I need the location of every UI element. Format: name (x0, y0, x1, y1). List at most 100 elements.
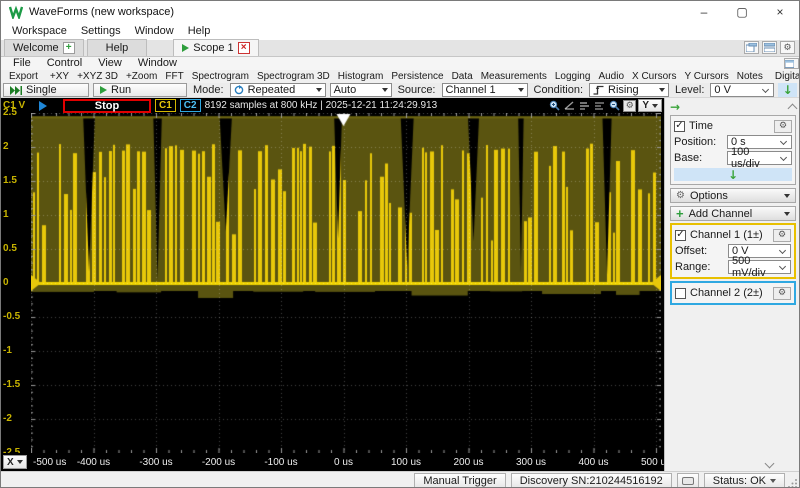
cascade-windows-icon[interactable] (744, 41, 759, 54)
manual-trigger-label: Manual Trigger (423, 475, 496, 487)
y-axis-button[interactable]: Y (638, 99, 662, 112)
tab-scope1[interactable]: Scope 1 × (173, 39, 258, 56)
scope-toolbar: Single Run Mode: Repeated Auto Source: C… (1, 83, 799, 98)
single-button[interactable]: Single (3, 83, 89, 97)
manual-trigger-button[interactable]: Manual Trigger (414, 473, 505, 488)
level-select[interactable]: 0 V (710, 83, 774, 97)
view-menu-item-data[interactable]: Data (448, 70, 477, 83)
x-axis-button[interactable]: X (3, 455, 27, 469)
view-menu-item-notes[interactable]: Notes (733, 70, 767, 83)
channel2-settings-icon[interactable]: ⚙ (773, 287, 791, 300)
x-tick-label: -200 us (202, 457, 235, 468)
y-tick-label: 2.5 (3, 107, 17, 118)
view-menu-item-spectrogram[interactable]: Spectrogram (188, 70, 253, 83)
float-window-icon[interactable] (784, 58, 799, 69)
time-checkbox[interactable]: ✓ (674, 121, 685, 132)
tab-help-label: Help (106, 42, 129, 54)
condition-select[interactable]: Rising (589, 83, 669, 97)
view-menu-item-digital[interactable]: Digital (771, 70, 800, 83)
view-menu-item-spectrogram-3d[interactable]: Spectrogram 3D (253, 70, 334, 83)
device-manager-button[interactable] (677, 473, 699, 488)
scope-menu-item-control[interactable]: Control (39, 57, 90, 70)
view-menu-item--xy[interactable]: +XY (46, 70, 73, 83)
scroll-up-icon[interactable] (788, 103, 798, 113)
channel1-badge[interactable]: C1 (155, 99, 176, 112)
time-groupbox: ✓ Time ⚙ Position: 0 s Base: 100 us/div (670, 115, 796, 185)
fit-trace-icon[interactable] (563, 100, 576, 112)
scope-menu-item-view[interactable]: View (90, 57, 130, 70)
scope-menu-item-file[interactable]: File (5, 57, 39, 70)
view-menu-item-measurements[interactable]: Measurements (477, 70, 551, 83)
run-button[interactable]: Run (93, 83, 187, 97)
channel1-checkbox[interactable]: ✓ (675, 230, 686, 241)
scroll-down-icon[interactable] (765, 459, 775, 469)
view-menu-item-histogram[interactable]: Histogram (334, 70, 388, 83)
view-menu-item-logging[interactable]: Logging (551, 70, 595, 83)
tab-welcome[interactable]: Welcome + (4, 39, 84, 56)
view-menu-item-persistence[interactable]: Persistence (387, 70, 447, 83)
panel-expand-icon[interactable]: → (670, 101, 680, 113)
y-tick-label: -1.5 (3, 379, 20, 390)
options-dropdown[interactable]: ⚙ Options (670, 188, 796, 203)
fit-width-icon[interactable] (593, 100, 606, 112)
dropdown-icon (316, 88, 322, 92)
menu-item-window[interactable]: Window (128, 23, 181, 40)
chevron-down-icon (779, 262, 786, 269)
close-button[interactable]: × (761, 1, 799, 23)
channel2-checkbox[interactable] (675, 288, 686, 299)
waveform-canvas[interactable] (31, 113, 661, 453)
view-menu-item--zoom[interactable]: +Zoom (122, 70, 161, 83)
channel1-settings-icon[interactable]: ⚙ (773, 229, 791, 242)
minimize-button[interactable]: – (685, 1, 723, 23)
menu-item-settings[interactable]: Settings (74, 23, 128, 40)
view-menu-item-export[interactable]: Export (5, 70, 42, 83)
view-menu-item-y-cursors[interactable]: Y Cursors (680, 70, 732, 83)
y-axis-button-label: Y (642, 100, 649, 111)
offset-label: Offset: (675, 245, 725, 257)
view-menu-item--xyz-3d[interactable]: +XYZ 3D (73, 70, 122, 83)
zoom-in-icon[interactable] (548, 100, 561, 112)
menu-item-workspace[interactable]: Workspace (5, 23, 74, 40)
channel2-badge[interactable]: C2 (180, 99, 201, 112)
rising-edge-icon (593, 85, 604, 95)
scope-menu-item-window[interactable]: Window (130, 57, 185, 70)
range-value: 500 mV/div (732, 255, 776, 279)
mode-select[interactable]: Repeated (230, 83, 326, 97)
waveforms-logo-icon (9, 5, 23, 19)
window-title: WaveForms (new workspace) (29, 6, 685, 18)
range-select[interactable]: 500 mV/div (728, 260, 791, 274)
workspace-settings-icon[interactable]: ⚙ (780, 41, 795, 54)
stop-button[interactable]: Stop (63, 99, 151, 113)
view-menu-item-audio[interactable]: Audio (594, 70, 628, 83)
source-select[interactable]: Channel 1 (442, 83, 528, 97)
add-channel-dropdown[interactable]: + Add Channel (670, 206, 796, 221)
statusbar: Manual Trigger Discovery SN:210244516192… (1, 471, 799, 488)
x-tick-label: 0 us (334, 457, 353, 468)
chevron-down-icon (762, 85, 769, 92)
plot-settings-icon[interactable]: ⚙ (623, 100, 636, 112)
y-tick-label: 0 (3, 277, 9, 288)
resize-grip[interactable] (788, 478, 798, 488)
tile-windows-icon[interactable] (762, 41, 777, 54)
single-label: Single (26, 84, 57, 96)
apply-trigger-button[interactable]: ↓ (778, 83, 797, 97)
close-tab-icon[interactable]: × (238, 42, 250, 54)
time-settings-icon[interactable]: ⚙ (774, 120, 792, 133)
view-menu-item-fft[interactable]: FFT (161, 70, 187, 83)
new-instrument-icon[interactable]: + (63, 42, 75, 54)
view-menu-item-x-cursors[interactable]: X Cursors (628, 70, 680, 83)
scope-menubar: FileControlViewWindow (1, 57, 799, 70)
trigger-mode-select[interactable]: Auto (330, 83, 392, 97)
tab-scope1-label: Scope 1 (193, 42, 233, 54)
status-button[interactable]: Status: OK (704, 473, 785, 488)
x-axis-button-label: X (7, 457, 14, 468)
menu-item-help[interactable]: Help (181, 23, 218, 40)
device-button[interactable]: Discovery SN:210244516192 (511, 473, 672, 488)
fit-height-icon[interactable] (578, 100, 591, 112)
trigger-mode-value: Auto (334, 84, 378, 96)
base-select[interactable]: 100 us/div (727, 151, 792, 165)
maximize-button[interactable]: ▢ (723, 1, 761, 23)
zoom-out-icon[interactable] (608, 100, 621, 112)
tab-help[interactable]: Help (87, 39, 148, 56)
device-serial-label: Discovery SN:210244516192 (520, 475, 663, 487)
